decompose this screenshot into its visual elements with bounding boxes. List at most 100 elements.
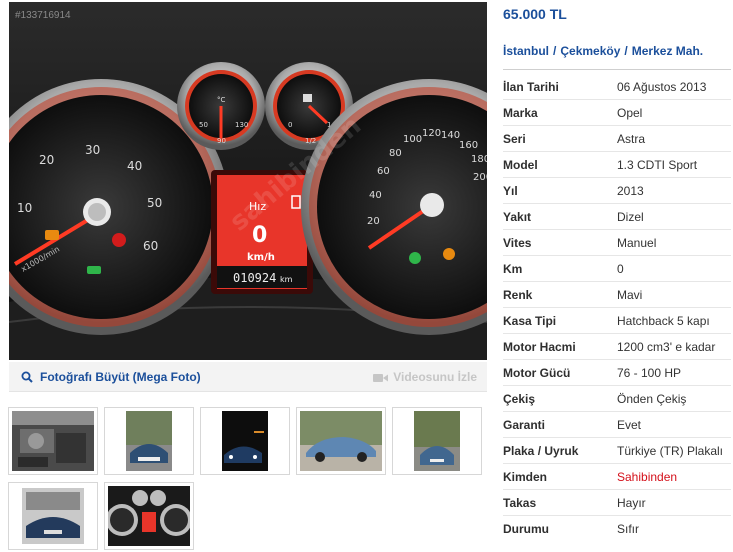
listing-price: 65.000 TL (503, 6, 567, 22)
car-rear-view-image (396, 411, 478, 471)
spec-value: Sıfır (617, 522, 640, 536)
spec-key: Marka (503, 105, 538, 120)
spec-row-durumu: Durumu Sıfır (503, 516, 731, 542)
divider (503, 69, 731, 70)
temp-tick: 130 (235, 121, 248, 129)
display-speed-unit: km/h (247, 252, 275, 263)
speedo-tick: 160 (459, 140, 478, 151)
speedo-tick: 60 (377, 166, 390, 177)
tacho-tick: 10 (17, 201, 32, 215)
spec-row-km: Km 0 (503, 256, 731, 282)
speedo-tick: 100 (403, 134, 422, 145)
car-front-road-image (108, 411, 190, 471)
thumbnail-car-front-road[interactable] (104, 407, 194, 475)
photo-footer: Fotoğrafı Büyüt (Mega Foto) Videosunu İz… (9, 362, 487, 392)
car-front-garage-image (12, 486, 94, 546)
spec-key: Motor Gücü (503, 365, 571, 380)
photo-id-watermark: #133716914 (15, 10, 71, 21)
speedo-tick: 40 (369, 190, 382, 201)
spec-value: Evet (617, 417, 642, 432)
spec-key: Kasa Tipi (503, 313, 557, 328)
spec-row-yakit: Yakıt Dizel (503, 204, 731, 230)
temp-tick: 50 (199, 121, 208, 129)
spec-row-garanti: Garanti Evet (503, 412, 731, 438)
display-odometer-unit: km (280, 275, 293, 284)
spec-value: 2013 (617, 183, 644, 198)
spec-key: Km (503, 261, 523, 276)
breadcrumb: İstanbul / Çekmeköy / Merkez Mah. (503, 44, 703, 58)
breadcrumb-separator: / (624, 44, 628, 58)
spec-value: 1200 cm3' e kadar (617, 339, 716, 354)
speedo-tick: 80 (389, 148, 402, 159)
spec-row-motor-gucu: Motor Gücü 76 - 100 HP (503, 360, 731, 386)
spec-value: Hatchback 5 kapı (617, 313, 710, 328)
thumbnail-car-front-garage[interactable] (8, 482, 98, 550)
spec-value: Mavi (617, 287, 643, 302)
car-side-view-image (300, 411, 382, 471)
main-photo[interactable]: 10 20 30 40 50 60 x1000/min 50 90 130 °C (9, 2, 487, 360)
spec-row-kasa-tipi: Kasa Tipi Hatchback 5 kapı (503, 308, 731, 334)
spec-row-vites: Vites Manuel (503, 230, 731, 256)
fuel-tick: 0 (288, 121, 292, 129)
spec-key: Yıl (503, 183, 518, 198)
spec-row-takas: Takas Hayır (503, 490, 731, 516)
spec-row-marka: Marka Opel (503, 100, 731, 126)
speedo-tick: 20 (367, 216, 380, 227)
spec-value: Önden Çekiş (617, 391, 687, 406)
spec-row-renk: Renk Mavi (503, 282, 731, 308)
speedo-tick: 120 (422, 128, 441, 139)
magnifier-icon (21, 371, 33, 383)
thumbnail-car-side-view[interactable] (296, 407, 386, 475)
spec-key: İlan Tarihi (503, 79, 559, 94)
spec-value: 76 - 100 HP (617, 365, 682, 380)
dashboard-gauges-image (108, 486, 190, 546)
thumbnail-car-front-night[interactable] (200, 407, 290, 475)
spec-value: Dizel (617, 209, 644, 224)
seller-type-value: Sahibinden (617, 469, 678, 484)
spec-key: Model (503, 157, 538, 172)
spec-row-seri: Seri Astra (503, 126, 731, 152)
spec-value: Hayır (617, 495, 646, 510)
spec-key: Seri (503, 131, 526, 146)
tacho-tick: 40 (127, 159, 142, 173)
spec-row-yil: Yıl 2013 (503, 178, 731, 204)
display-odometer: 010924 (233, 271, 276, 285)
tacho-tick: 60 (143, 239, 158, 253)
car-front-night-image (204, 411, 286, 471)
enlarge-photo-link[interactable]: Fotoğrafı Büyüt (Mega Foto) (21, 370, 201, 384)
video-camera-icon (373, 373, 389, 382)
location-city[interactable]: İstanbul (503, 44, 549, 58)
spec-row-kimden: Kimden Sahibinden (503, 464, 731, 490)
spec-key: Vites (503, 235, 532, 250)
spec-key: Plaka / Uyruk (503, 443, 579, 458)
spec-key: Çekiş (503, 391, 536, 406)
spec-key: Yakıt (503, 209, 532, 224)
spec-value: 0 (617, 261, 624, 276)
spec-key: Kimden (503, 469, 548, 484)
video-link[interactable]: Videosunu İzle (373, 370, 477, 384)
spec-table: İlan Tarihi 06 Ağustos 2013 Marka Opel Ser… (503, 74, 731, 542)
tacho-tick: 30 (85, 143, 100, 157)
spec-row-model: Model 1.3 CDTI Sport (503, 152, 731, 178)
location-district[interactable]: Çekmeköy (560, 44, 620, 58)
thumbnail-dashboard-gauges[interactable] (104, 482, 194, 550)
spec-value: Opel (617, 105, 643, 120)
engine-bay-image (12, 411, 94, 471)
location-neighborhood[interactable]: Merkez Mah. (632, 44, 703, 58)
spec-row-cekis: Çekiş Önden Çekiş (503, 386, 731, 412)
spec-row-plaka: Plaka / Uyruk Türkiye (TR) Plakalı (503, 438, 731, 464)
spec-key: Renk (503, 287, 533, 302)
enlarge-photo-label: Fotoğrafı Büyüt (Mega Foto) (40, 370, 201, 384)
temp-tick: 90 (217, 137, 226, 145)
dashboard-photo: 10 20 30 40 50 60 x1000/min 50 90 130 °C (9, 2, 487, 360)
video-label: Videosunu İzle (393, 370, 477, 384)
tacho-tick: 50 (147, 196, 162, 210)
spec-value: Astra (617, 131, 646, 146)
spec-value: Türkiye (TR) Plakalı (617, 443, 724, 458)
thumbnail-engine-bay[interactable] (8, 407, 98, 475)
spec-key: Durumu (503, 522, 549, 536)
speedo-tick: 180 (471, 154, 487, 165)
thumbnail-car-rear-view[interactable] (392, 407, 482, 475)
tacho-tick: 20 (39, 153, 54, 167)
spec-key: Takas (503, 495, 537, 510)
